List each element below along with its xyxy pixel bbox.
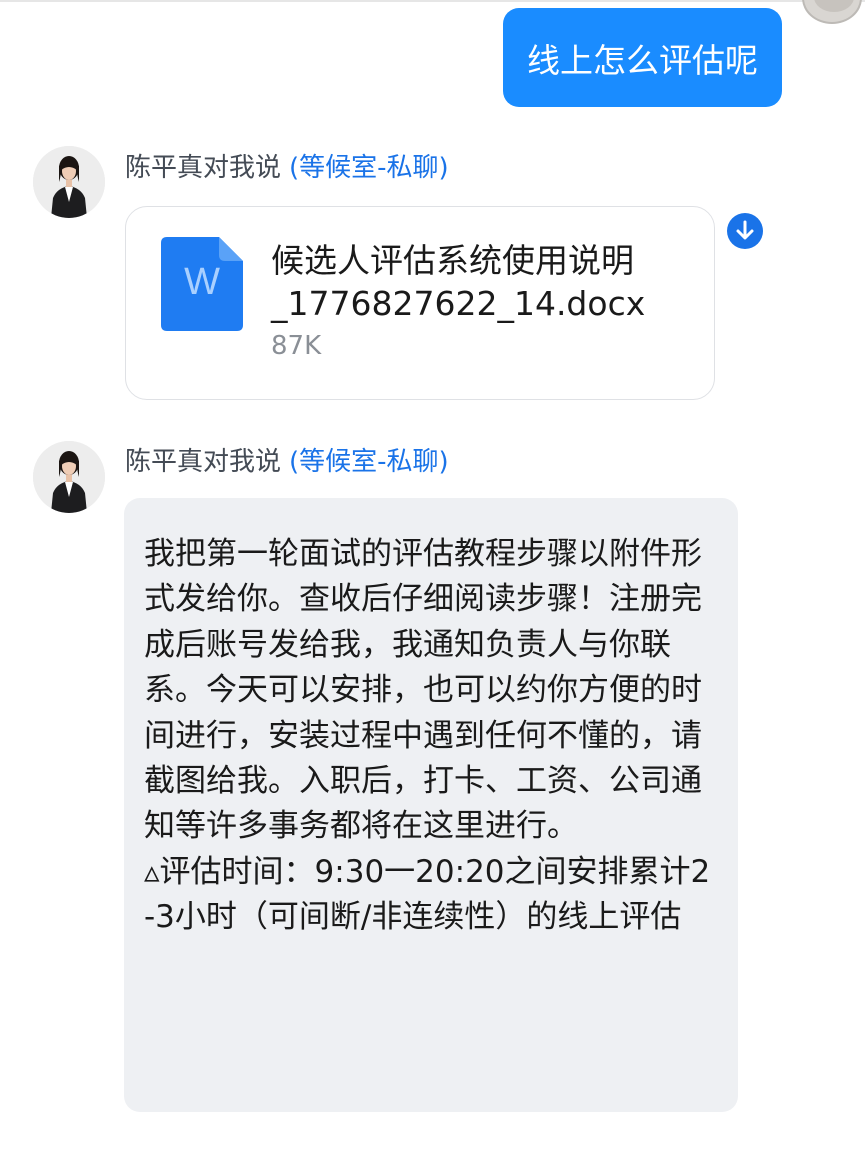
sender-avatar[interactable] <box>33 146 105 218</box>
file-attachment-card[interactable]: W 候选人评估系统使用说明 _1776827622_14.docx 87K <box>125 206 715 400</box>
sender-avatar[interactable] <box>33 441 105 513</box>
incoming-message-bubble[interactable]: 我把第一轮面试的评估教程步骤以附件形式发给你。查收后仔细阅读步骤！注册完成后账号… <box>124 498 738 1112</box>
sender-name[interactable]: 陈平真对我说 <box>125 153 281 183</box>
sender-line: 陈平真对我说 (等候室-私聊) <box>125 151 449 185</box>
outgoing-message-bubble[interactable]: 线上怎么评估呢 <box>503 8 782 107</box>
sender-line: 陈平真对我说 (等候室-私聊) <box>125 445 449 479</box>
message-text: ▵评估时间：9:30一20:20之间安排累计2-3小时（可间断/非连续性）的线上… <box>144 853 711 936</box>
outgoing-message-text: 线上怎么评估呢 <box>527 40 758 80</box>
self-avatar-image <box>814 0 854 12</box>
message-text: 我把第一轮面试的评估教程步骤以附件形式发给你。查收后仔细阅读步骤！注册完成后账号… <box>144 536 702 845</box>
sender-avatar-image <box>33 146 105 218</box>
word-icon-letter: W <box>184 261 220 303</box>
file-name: 候选人评估系统使用说明 _1776827622_14.docx <box>271 241 646 323</box>
self-avatar[interactable] <box>802 0 862 24</box>
top-divider <box>0 0 865 2</box>
chat-tag-link[interactable]: (等候室-私聊) <box>289 447 449 477</box>
sender-name[interactable]: 陈平真对我说 <box>125 447 281 477</box>
file-size: 87K <box>271 331 322 361</box>
download-icon[interactable] <box>727 213 763 249</box>
sender-avatar-image <box>33 441 105 513</box>
chat-tag-link[interactable]: (等候室-私聊) <box>289 153 449 183</box>
